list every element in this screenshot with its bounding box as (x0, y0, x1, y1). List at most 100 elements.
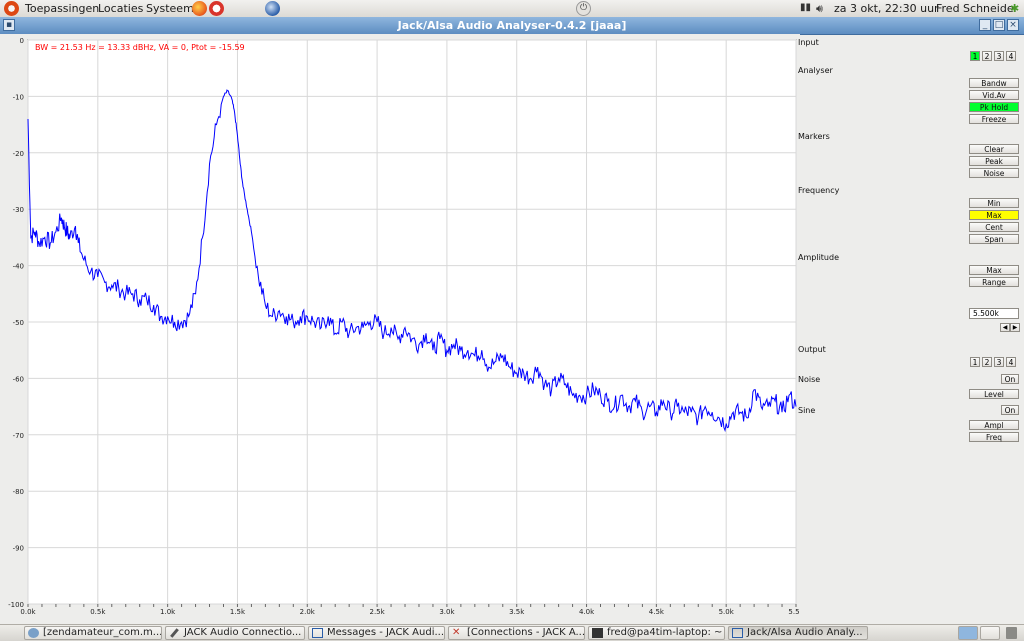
output-channel-1[interactable]: 1 (970, 357, 980, 367)
analyser-label: Analyser (798, 66, 833, 75)
input-channel-1[interactable]: 1 (970, 51, 980, 61)
browser-icon (28, 628, 39, 638)
x-tick-label: 4.5k (649, 608, 665, 616)
frequency-center-button[interactable]: Cent (969, 222, 1019, 232)
volume-icon[interactable]: 🔊︎ (816, 2, 823, 16)
x-tick-label: 3.0k (439, 608, 455, 616)
shutdown-icon[interactable]: ✱ (1010, 2, 1019, 15)
workspace-1[interactable] (958, 626, 978, 640)
y-tick-label: -90 (13, 545, 24, 553)
x-tick-label: 2.0k (300, 608, 316, 616)
jack-icon (170, 628, 179, 638)
help-icon[interactable] (209, 1, 224, 16)
top-panel: Toepassingen Locaties Systeem ⏻ ▮▮ 🔊︎ za… (0, 0, 1024, 18)
menu-applications[interactable]: Toepassingen (25, 2, 99, 15)
menu-places[interactable]: Locaties (98, 2, 143, 15)
x-tick-label: 0.5k (90, 608, 106, 616)
window-title: Jack/Alsa Audio Analyser-0.4.2 [jaaa] (397, 19, 627, 32)
marker-noise-button[interactable]: Noise (969, 168, 1019, 178)
sine-amplitude-button[interactable]: Ampl (969, 420, 1019, 430)
ubuntu-logo-icon[interactable] (4, 1, 19, 16)
y-tick-label: -20 (13, 150, 24, 158)
value-input[interactable]: 5.500k (969, 308, 1019, 319)
control-panel: Input 1 2 3 4 Analyser Bandw Vid.Av Pk H… (796, 34, 1024, 624)
freeze-button[interactable]: Freeze (969, 114, 1019, 124)
x-tick-label: 0.0k (20, 608, 36, 616)
sine-on-button[interactable]: On (1001, 405, 1019, 415)
amplitude-range-button[interactable]: Range (969, 277, 1019, 287)
bottom-taskbar: [zendamateur_com.m... JACK Audio Connect… (0, 624, 1024, 641)
workspace-2[interactable] (980, 626, 1000, 640)
window-icon (732, 628, 743, 638)
frequency-max-button[interactable]: Max (969, 210, 1019, 220)
input-channel-2[interactable]: 2 (982, 51, 992, 61)
value-increase-arrow[interactable]: ▶ (1010, 323, 1020, 332)
x-tick-label: 3.5k (509, 608, 525, 616)
close-button[interactable]: × (1007, 19, 1019, 31)
user-name[interactable]: Fred Schneider (936, 2, 1018, 15)
y-tick-label: -80 (13, 488, 24, 496)
amplitude-max-button[interactable]: Max (969, 265, 1019, 275)
y-tick-label: -40 (13, 263, 24, 271)
firefox-icon[interactable] (192, 1, 207, 16)
peak-hold-button[interactable]: Pk Hold (969, 102, 1019, 112)
x-tick-label: 1.5k (230, 608, 246, 616)
task-messages-jack[interactable]: Messages - JACK Audi... (308, 626, 445, 640)
input-label: Input (798, 38, 819, 47)
frequency-span-button[interactable]: Span (969, 234, 1019, 244)
marker-clear-button[interactable]: Clear (969, 144, 1019, 154)
markers-label: Markers (798, 132, 830, 141)
task-jaaa[interactable]: Jack/Alsa Audio Analy... (728, 626, 868, 640)
window-icon (312, 628, 323, 638)
network-icon[interactable]: ▮▮ (800, 2, 811, 13)
task-label: Messages - JACK Audi... (327, 627, 445, 638)
output-channel-3[interactable]: 3 (994, 357, 1004, 367)
maximize-button[interactable]: □ (993, 19, 1005, 31)
spectrum-plot[interactable]: 0 -10 -20 -30 -40 -50 -60 -70 -80 -90 -100 0.0k 0.5… (0, 34, 805, 624)
task-label: [zendamateur_com.m... (43, 627, 162, 638)
noise-label: Noise (798, 375, 821, 384)
y-tick-label: -30 (13, 206, 24, 214)
y-tick-label: -50 (13, 319, 24, 327)
sine-frequency-button[interactable]: Freq (969, 432, 1019, 442)
minimize-button[interactable]: _ (979, 19, 991, 31)
frequency-label: Frequency (798, 186, 840, 195)
task-label: fred@pa4tim-laptop: ~ (607, 627, 723, 638)
task-label: JACK Audio Connectio... (184, 627, 302, 638)
task-label: [Connections - JACK A... (467, 627, 585, 638)
output-channel-4[interactable]: 4 (1006, 357, 1016, 367)
connections-icon: ✕ (452, 627, 461, 638)
bandwidth-button[interactable]: Bandw (969, 78, 1019, 88)
y-tick-label: 0 (20, 37, 24, 45)
window-titlebar[interactable]: ▪ Jack/Alsa Audio Analyser-0.4.2 [jaaa] … (0, 17, 1024, 35)
value-decrease-arrow[interactable]: ◀ (1000, 323, 1010, 332)
measurement-info: BW = 21.53 Hz = 13.33 dBHz, VA = 0, Ptot… (35, 43, 245, 52)
trash-icon[interactable] (1006, 627, 1017, 639)
thunderbird-icon[interactable] (265, 1, 280, 16)
y-tick-label: -10 (13, 93, 24, 101)
terminal-icon (592, 628, 603, 638)
output-label: Output (798, 345, 826, 354)
y-tick-label: -70 (13, 432, 24, 440)
input-channel-4[interactable]: 4 (1006, 51, 1016, 61)
power-icon[interactable]: ⏻ (576, 1, 591, 16)
input-channel-3[interactable]: 3 (994, 51, 1004, 61)
task-jack-connection[interactable]: JACK Audio Connectio... (165, 626, 305, 640)
noise-level-button[interactable]: Level (969, 389, 1019, 399)
task-connections-jack[interactable]: ✕ [Connections - JACK A... (448, 626, 585, 640)
y-tick-label: -60 (13, 375, 24, 383)
noise-on-button[interactable]: On (1001, 374, 1019, 384)
marker-peak-button[interactable]: Peak (969, 156, 1019, 166)
sine-label: Sine (798, 406, 816, 415)
x-tick-label: 5.0k (719, 608, 735, 616)
amplitude-label: Amplitude (798, 253, 839, 262)
menu-system[interactable]: Systeem (146, 2, 194, 15)
spectrum-chart: 0-10-20-30-40-50-60-70-80-90-100 0.0k 0.5… (8, 37, 804, 616)
output-channel-2[interactable]: 2 (982, 357, 992, 367)
task-terminal[interactable]: fred@pa4tim-laptop: ~ (588, 626, 725, 640)
task-zendamateur[interactable]: [zendamateur_com.m... (24, 626, 162, 640)
frequency-min-button[interactable]: Min (969, 198, 1019, 208)
video-average-button[interactable]: Vid.Av (969, 90, 1019, 100)
clock[interactable]: za 3 okt, 22:30 uur (834, 2, 939, 15)
x-tick-label: 4.0k (579, 608, 595, 616)
